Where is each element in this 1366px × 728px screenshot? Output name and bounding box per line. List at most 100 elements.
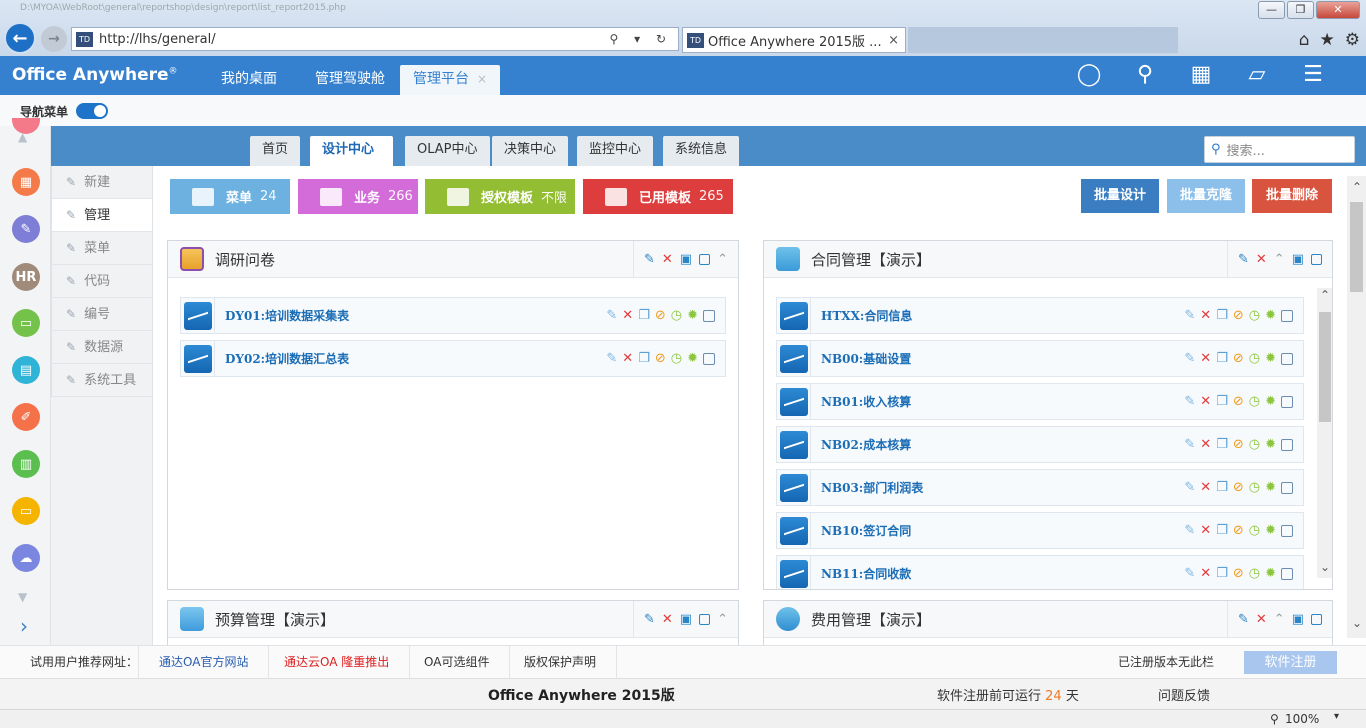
tab-home[interactable]: 首页 <box>250 136 301 166</box>
scroll-up-icon[interactable]: ⌃ <box>1320 288 1330 302</box>
stat-licensed-templates[interactable]: 授权模板 不限 <box>425 179 575 214</box>
link-official-site[interactable]: 通达OA官方网站 <box>138 646 270 679</box>
copy-icon[interactable]: ❐ <box>1216 394 1228 409</box>
tab-system-info[interactable]: 系统信息 <box>663 136 740 166</box>
checkbox[interactable] <box>699 254 711 265</box>
edit-icon[interactable]: ✎ <box>1184 480 1195 495</box>
delete-icon[interactable]: ✕ <box>1256 252 1267 267</box>
disable-icon[interactable]: ⊘ <box>1233 566 1244 581</box>
checkbox[interactable] <box>699 614 711 625</box>
stat-business[interactable]: 业务 266 <box>298 179 418 214</box>
gear-icon[interactable]: ✹ <box>1265 308 1276 323</box>
close-window-button[interactable]: ✕ <box>1316 1 1360 19</box>
tab-admin-platform-close-icon[interactable]: × <box>477 72 487 86</box>
list-item[interactable]: NB10:签订合同 ✎ ✕ ❐ ⊘ ◷ ✹ <box>776 512 1304 549</box>
delete-icon[interactable]: ✕ <box>622 351 633 366</box>
edit-icon[interactable]: ✎ <box>606 308 617 323</box>
rail-down-arrow-icon[interactable]: ▼ <box>18 590 27 604</box>
report-name[interactable]: HTXX:合同信息 <box>821 307 912 324</box>
screen-icon[interactable]: ▭ <box>12 497 40 525</box>
disable-icon[interactable]: ⊘ <box>1233 437 1244 452</box>
list-item[interactable]: NB02:成本核算 ✎ ✕ ❐ ⊘ ◷ ✹ <box>776 426 1304 463</box>
zoom-level[interactable]: 100% <box>1285 712 1319 726</box>
batch-clone-button[interactable]: 批量克隆 <box>1167 179 1245 213</box>
batch-design-button[interactable]: 批量设计 <box>1081 179 1159 213</box>
delete-icon[interactable]: ✕ <box>1200 308 1211 323</box>
menu-item-menu[interactable]: ✎ 菜单 <box>51 232 152 265</box>
user-icon[interactable]: ◯ <box>1076 62 1102 87</box>
search-box[interactable]: ⚲ 搜索... <box>1204 136 1355 163</box>
scroll-up-icon[interactable]: ⌃ <box>1352 180 1362 194</box>
checkbox[interactable] <box>1281 524 1293 537</box>
minimize-button[interactable]: — <box>1258 1 1285 19</box>
clock-icon[interactable]: ◷ <box>1249 566 1260 581</box>
tab-close-icon[interactable]: × <box>888 33 899 48</box>
disable-icon[interactable]: ⊘ <box>1233 480 1244 495</box>
batch-delete-button[interactable]: 批量删除 <box>1252 179 1332 213</box>
cloud-icon[interactable]: ☁ <box>12 544 40 572</box>
list-item[interactable]: NB03:部门利润表 ✎ ✕ ❐ ⊘ ◷ ✹ <box>776 469 1304 506</box>
edit-icon[interactable]: ✎ <box>1184 523 1195 538</box>
menu-item-code[interactable]: ✎ 代码 <box>51 265 152 298</box>
delete-icon[interactable]: ✕ <box>1200 437 1211 452</box>
clock-icon[interactable]: ◷ <box>1249 308 1260 323</box>
report-name[interactable]: NB00:基础设置 <box>821 350 911 367</box>
forward-button[interactable]: → <box>41 26 67 52</box>
delete-icon[interactable]: ✕ <box>1200 394 1211 409</box>
checkbox[interactable] <box>1281 567 1293 580</box>
delete-icon[interactable]: ✕ <box>1200 566 1211 581</box>
scroll-down-icon[interactable]: ⌄ <box>1320 560 1330 574</box>
zoom-dropdown-icon[interactable]: ▾ <box>1334 711 1339 722</box>
checkbox[interactable] <box>1281 481 1293 494</box>
delete-icon[interactable]: ✕ <box>1200 351 1211 366</box>
list-item[interactable]: NB11:合同收款 ✎ ✕ ❐ ⊘ ◷ ✹ <box>776 555 1304 589</box>
inbox-icon[interactable]: ▤ <box>12 356 40 384</box>
copy-icon[interactable]: ❐ <box>1216 437 1228 452</box>
disable-icon[interactable]: ⊘ <box>1233 523 1244 538</box>
address-controls[interactable]: ⚲ ▾ ↻ <box>610 32 673 46</box>
nav-menu-toggle[interactable] <box>76 103 108 119</box>
checkbox[interactable] <box>703 309 715 322</box>
tab-decision-center[interactable]: 决策中心 <box>492 136 569 166</box>
gear-icon[interactable]: ✹ <box>1265 566 1276 581</box>
list-item[interactable]: NB01:收入核算 ✎ ✕ ❐ ⊘ ◷ ✹ <box>776 383 1304 420</box>
edit-icon[interactable]: ✎ <box>1184 566 1195 581</box>
checkbox[interactable] <box>703 352 715 365</box>
brand-logo[interactable]: Office Anywhere® <box>12 65 178 85</box>
gear-icon[interactable]: ✹ <box>1265 437 1276 452</box>
clock-icon[interactable]: ◷ <box>1249 351 1260 366</box>
collapse-icon[interactable]: ⌃ <box>1274 612 1285 627</box>
clock-icon[interactable]: ◷ <box>1249 480 1260 495</box>
edit-icon[interactable]: ✎ <box>1238 252 1249 267</box>
address-bar[interactable]: TD http://lhs/general/ ⚲ ▾ ↻ <box>71 27 679 51</box>
clock-icon[interactable]: ◷ <box>671 351 682 366</box>
menu-item-number[interactable]: ✎ 编号 <box>51 298 152 331</box>
gear-icon[interactable]: ✹ <box>687 308 698 323</box>
clock-icon[interactable]: ◷ <box>1249 437 1260 452</box>
image-icon[interactable]: ▣ <box>1292 612 1304 627</box>
stats-icon[interactable]: ▥ <box>12 450 40 478</box>
scroll-down-icon[interactable]: ⌄ <box>1352 616 1362 630</box>
stat-used-templates[interactable]: 已用模板 265 <box>583 179 733 214</box>
edit-icon[interactable]: ✎ <box>1238 612 1249 627</box>
disable-icon[interactable]: ⊘ <box>1233 351 1244 366</box>
note-icon[interactable]: ✐ <box>12 403 40 431</box>
panel-scrollbar[interactable]: ⌃ ⌄ <box>1317 288 1332 578</box>
tab-design-center[interactable]: 设计中心 <box>310 136 393 166</box>
hr-icon[interactable]: HR <box>12 263 40 291</box>
scroll-thumb[interactable] <box>1319 312 1331 422</box>
browser-tab-title[interactable]: Office Anywhere 2015版 ... <box>708 31 882 50</box>
page-scrollbar[interactable]: ⌃ ⌄ <box>1347 176 1366 638</box>
checkbox[interactable] <box>1281 309 1293 322</box>
gear-icon[interactable]: ✹ <box>1265 523 1276 538</box>
report-name[interactable]: DY02:培训数据汇总表 <box>225 350 349 367</box>
link-optional-components[interactable]: OA可选组件 <box>404 646 511 679</box>
delete-icon[interactable]: ✕ <box>662 612 673 627</box>
edit-icon[interactable]: ✎ <box>1184 437 1195 452</box>
disable-icon[interactable]: ⊘ <box>655 308 666 323</box>
link-cloud-oa[interactable]: 通达云OA 隆重推出 <box>264 646 411 679</box>
tab-admin-platform[interactable]: 管理平台 × <box>400 65 501 95</box>
scroll-thumb[interactable] <box>1350 202 1363 292</box>
delete-icon[interactable]: ✕ <box>1200 480 1211 495</box>
edit-icon[interactable]: ✎ <box>644 252 655 267</box>
